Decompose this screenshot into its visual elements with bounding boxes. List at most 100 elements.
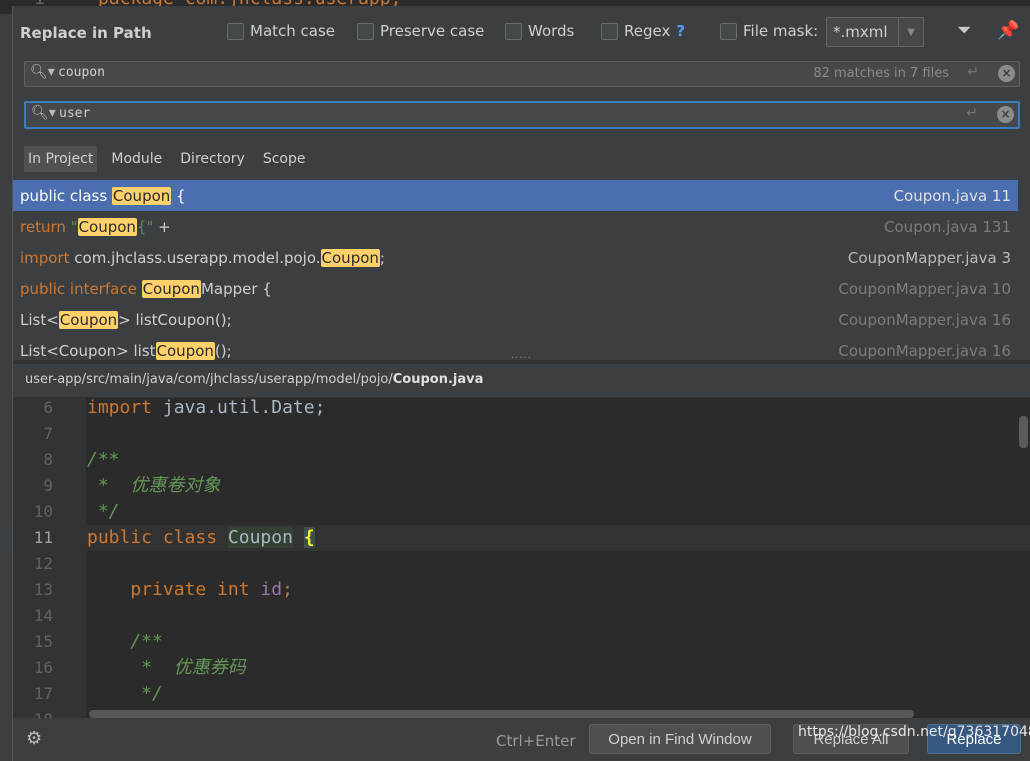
gear-icon[interactable]: ⚙ bbox=[26, 728, 42, 749]
result-file: CouponMapper.java 3 bbox=[847, 248, 1011, 267]
result-file: CouponMapper.java 10 bbox=[838, 279, 1011, 298]
code-line: 10 */ bbox=[13, 499, 1030, 525]
code-text: * 优惠卷对象 bbox=[87, 473, 221, 499]
filter-icon[interactable]: ⏷ bbox=[957, 20, 971, 41]
checkbox-box[interactable] bbox=[505, 22, 522, 40]
line-number: 15 bbox=[33, 632, 53, 651]
line-number: 17 bbox=[33, 684, 53, 703]
code-text: public class Coupon { bbox=[87, 527, 315, 548]
code-line: 15 /** bbox=[13, 629, 1030, 655]
code-line: 8 /** bbox=[13, 447, 1030, 473]
search-field[interactable]: 🔍︎▾ coupon 82 matches in 7 files ↵ × bbox=[24, 61, 1020, 87]
code-text: import java.util.Date; bbox=[87, 398, 326, 418]
code-line: 12 bbox=[13, 551, 1030, 577]
scope-tabs: In Project Module Directory Scope bbox=[24, 146, 309, 172]
dialog-footer: ⚙ Ctrl+Enter Open in Find Window Replace… bbox=[13, 718, 1030, 761]
checkbox-label: Match case bbox=[250, 22, 336, 40]
checkbox-label: Words bbox=[528, 22, 575, 40]
replace-input[interactable]: user bbox=[59, 106, 90, 121]
result-file: CouponMapper.java 16 bbox=[838, 310, 1011, 329]
preview-file-path: user-app/src/main/java/com/jhclass/usera… bbox=[13, 364, 1030, 398]
code-text: * 优惠券码 bbox=[87, 655, 246, 681]
regex-checkbox[interactable]: Regex? bbox=[601, 22, 685, 40]
line-number: 12 bbox=[33, 554, 53, 573]
code-line: 13 private int id; bbox=[13, 577, 1030, 603]
code-line-current: 11 public class Coupon { bbox=[13, 525, 1030, 551]
chevron-down-icon[interactable]: ▼ bbox=[898, 18, 923, 46]
checkbox-label: File mask: bbox=[743, 22, 819, 40]
regex-help-icon[interactable]: ? bbox=[676, 22, 685, 40]
file-mask-value[interactable]: *.mxml bbox=[827, 23, 898, 41]
result-snippet: List<Coupon> listCoupon(); bbox=[20, 310, 232, 329]
result-snippet: public class Coupon { bbox=[20, 186, 186, 205]
result-row[interactable]: return "Coupon{" + Coupon.java 131 bbox=[13, 211, 1018, 242]
drag-handle-icon[interactable]: ..... bbox=[511, 350, 532, 361]
result-snippet: import com.jhclass.userapp.model.pojo.Co… bbox=[20, 248, 385, 267]
watermark-url: https://blog.csdn.net/q736317048 bbox=[798, 724, 1030, 740]
line-number: 8 bbox=[43, 450, 53, 469]
result-file: Coupon.java 131 bbox=[884, 217, 1011, 236]
clear-icon[interactable]: × bbox=[998, 65, 1015, 82]
path-file: Coupon.java bbox=[392, 372, 484, 387]
pin-icon[interactable]: 📌 bbox=[997, 20, 1019, 41]
checkbox-label: Regex bbox=[624, 22, 671, 40]
newline-icon[interactable]: ↵ bbox=[966, 105, 978, 121]
dialog-header: Replace in Path Match case Preserve case… bbox=[13, 16, 1030, 50]
preserve-case-checkbox[interactable]: Preserve case bbox=[357, 22, 484, 40]
code-text: */ bbox=[87, 683, 163, 704]
result-snippet: public interface CouponMapper { bbox=[20, 279, 272, 298]
shortcut-hint: Ctrl+Enter bbox=[496, 732, 576, 750]
line-number: 18 bbox=[13, 707, 53, 718]
code-line: 6 import java.util.Date; bbox=[13, 398, 1030, 421]
line-number: 10 bbox=[33, 502, 53, 521]
checkbox-box[interactable] bbox=[720, 22, 737, 40]
clear-icon[interactable]: × bbox=[997, 106, 1014, 123]
line-number: 14 bbox=[33, 606, 53, 625]
result-row[interactable]: List<Coupon> listCoupon(); CouponMapper.… bbox=[13, 304, 1018, 335]
line-number: 6 bbox=[43, 398, 53, 417]
newline-icon[interactable]: ↵ bbox=[967, 64, 979, 80]
match-count: 82 matches in 7 files bbox=[813, 66, 949, 81]
result-row[interactable]: import com.jhclass.userapp.model.pojo.Co… bbox=[13, 242, 1018, 273]
line-number: 13 bbox=[33, 580, 53, 599]
search-input[interactable]: coupon bbox=[58, 65, 105, 80]
preview-editor[interactable]: 6 import java.util.Date; 7 8 /** 9 * 优惠卷对象… bbox=[13, 398, 1030, 718]
checkbox-box[interactable] bbox=[357, 22, 374, 40]
tab-in-project[interactable]: In Project bbox=[24, 146, 98, 172]
horizontal-scrollbar[interactable] bbox=[89, 710, 914, 718]
results-list: public class Coupon { Coupon.java 11 ret… bbox=[13, 180, 1018, 360]
vertical-scrollbar[interactable] bbox=[1019, 416, 1028, 448]
path-dir: user-app/src/main/java/com/jhclass/usera… bbox=[25, 372, 393, 387]
javadoc-comment: * 优惠券码 bbox=[141, 657, 246, 678]
result-file: CouponMapper.java 16 bbox=[838, 341, 1011, 360]
tab-directory[interactable]: Directory bbox=[176, 146, 249, 172]
code-text: */ bbox=[87, 501, 120, 522]
code-line: 14 bbox=[13, 603, 1030, 629]
checkbox-box[interactable] bbox=[227, 22, 244, 40]
code-line: 7 bbox=[13, 421, 1030, 447]
line-number: 16 bbox=[33, 658, 53, 677]
code-line: 16 * 优惠券码 bbox=[13, 655, 1030, 681]
open-in-find-window-button[interactable]: Open in Find Window bbox=[589, 724, 771, 754]
result-row[interactable]: public interface CouponMapper { CouponMa… bbox=[13, 273, 1018, 304]
search-icon[interactable]: 🔍︎▾ bbox=[30, 64, 55, 80]
replace-in-path-dialog: Replace in Path Match case Preserve case… bbox=[12, 6, 1030, 761]
words-checkbox[interactable]: Words bbox=[505, 22, 574, 40]
replace-field[interactable]: 🔍︎▾ user ↵ × bbox=[24, 101, 1020, 129]
file-mask-dropdown[interactable]: *.mxml ▼ bbox=[826, 17, 924, 47]
match-case-checkbox[interactable]: Match case bbox=[227, 22, 335, 40]
dialog-title: Replace in Path bbox=[20, 24, 152, 42]
code-line: 9 * 优惠卷对象 bbox=[13, 473, 1030, 499]
search-icon[interactable]: 🔍︎▾ bbox=[31, 105, 56, 121]
tab-scope[interactable]: Scope bbox=[259, 146, 310, 172]
checkbox-label: Preserve case bbox=[380, 22, 485, 40]
line-number: 9 bbox=[43, 476, 53, 495]
file-mask-checkbox[interactable]: File mask: bbox=[720, 22, 818, 40]
code-text: /** bbox=[87, 449, 120, 470]
checkbox-box[interactable] bbox=[601, 22, 618, 40]
code-text: /** bbox=[87, 631, 163, 652]
line-number: 11 bbox=[33, 528, 53, 547]
tab-module[interactable]: Module bbox=[107, 146, 166, 172]
result-file: Coupon.java 11 bbox=[893, 186, 1011, 205]
result-row[interactable]: public class Coupon { Coupon.java 11 bbox=[13, 180, 1018, 211]
